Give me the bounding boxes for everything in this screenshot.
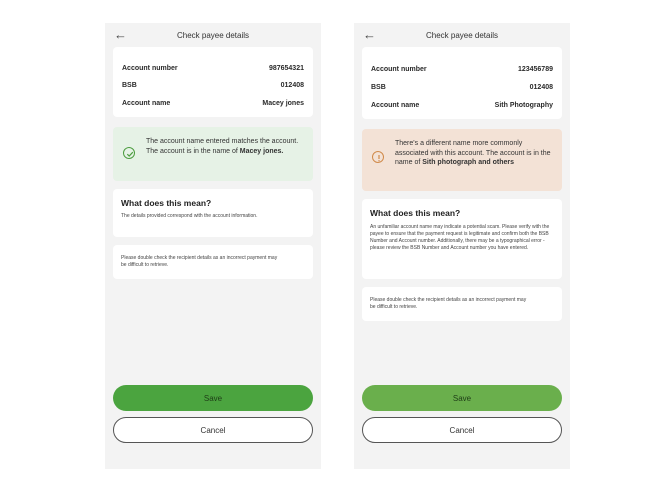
banner-text: The account name entered matches the acc… xyxy=(146,137,305,156)
notice-card: Please double check the recipient detail… xyxy=(113,245,313,279)
cancel-button[interactable]: Cancel xyxy=(113,417,313,443)
banner-account-name: Macey jones. xyxy=(239,147,284,155)
meaning-heading: What does this mean? xyxy=(370,208,461,218)
meaning-heading: What does this mean? xyxy=(121,198,212,208)
detail-value: 987654321 xyxy=(268,65,304,72)
meaning-card: What does this mean? An unfamiliar accou… xyxy=(362,199,562,279)
detail-label: BSB xyxy=(371,84,386,91)
detail-label: Account name xyxy=(122,100,171,107)
detail-row-bsb: BSB 012408 xyxy=(122,82,304,89)
notice-card: Please double check the recipient detail… xyxy=(362,287,562,321)
notice-text: Please double check the recipient detail… xyxy=(121,255,278,268)
cancel-button[interactable]: Cancel xyxy=(362,417,562,443)
meaning-card: What does this mean? The details provide… xyxy=(113,189,313,237)
detail-row-account-number: Account number 123456789 xyxy=(371,66,553,73)
page-title: Check payee details xyxy=(425,31,499,40)
detail-value: Sith Photography xyxy=(494,102,553,109)
header: ← Check payee details xyxy=(105,23,321,49)
page-title: Check payee details xyxy=(176,31,250,40)
banner-text: There's a different name more commonly a… xyxy=(395,139,554,168)
detail-row-account-number: Account number 987654321 xyxy=(122,65,304,72)
match-banner: The account name entered matches the acc… xyxy=(113,127,313,181)
detail-row-bsb: BSB 012408 xyxy=(371,84,553,91)
exclamation-circle-icon xyxy=(372,151,384,163)
detail-row-account-name: Account name Macey jones xyxy=(122,100,304,107)
banner-account-name: Sith photograph and others xyxy=(422,159,515,166)
check-circle-icon xyxy=(123,147,135,159)
save-button[interactable]: Save xyxy=(113,385,313,411)
account-details-card: Account number 123456789 BSB 012408 Acco… xyxy=(362,47,562,119)
detail-value: 012408 xyxy=(529,84,553,91)
mismatch-banner: There's a different name more commonly a… xyxy=(362,129,562,191)
detail-row-account-name: Account name Sith Photography xyxy=(371,102,553,109)
detail-value: Macey jones xyxy=(262,100,304,107)
header: ← Check payee details xyxy=(354,23,570,49)
detail-label: Account name xyxy=(371,102,420,109)
meaning-body: The details provided correspond with the… xyxy=(121,213,258,219)
save-button[interactable]: Save xyxy=(362,385,562,411)
payee-check-screen-match: ← Check payee details Account number 987… xyxy=(105,23,321,469)
account-details-card: Account number 987654321 BSB 012408 Acco… xyxy=(113,47,313,117)
detail-label: Account number xyxy=(122,65,178,72)
detail-label: BSB xyxy=(122,82,137,89)
payee-check-screen-mismatch: ← Check payee details Account number 123… xyxy=(354,23,570,469)
detail-label: Account number xyxy=(371,66,427,73)
meaning-body: An unfamiliar account name may indicate … xyxy=(370,224,550,251)
detail-value: 123456789 xyxy=(517,66,553,73)
notice-text: Please double check the recipient detail… xyxy=(370,297,527,310)
detail-value: 012408 xyxy=(280,82,304,89)
